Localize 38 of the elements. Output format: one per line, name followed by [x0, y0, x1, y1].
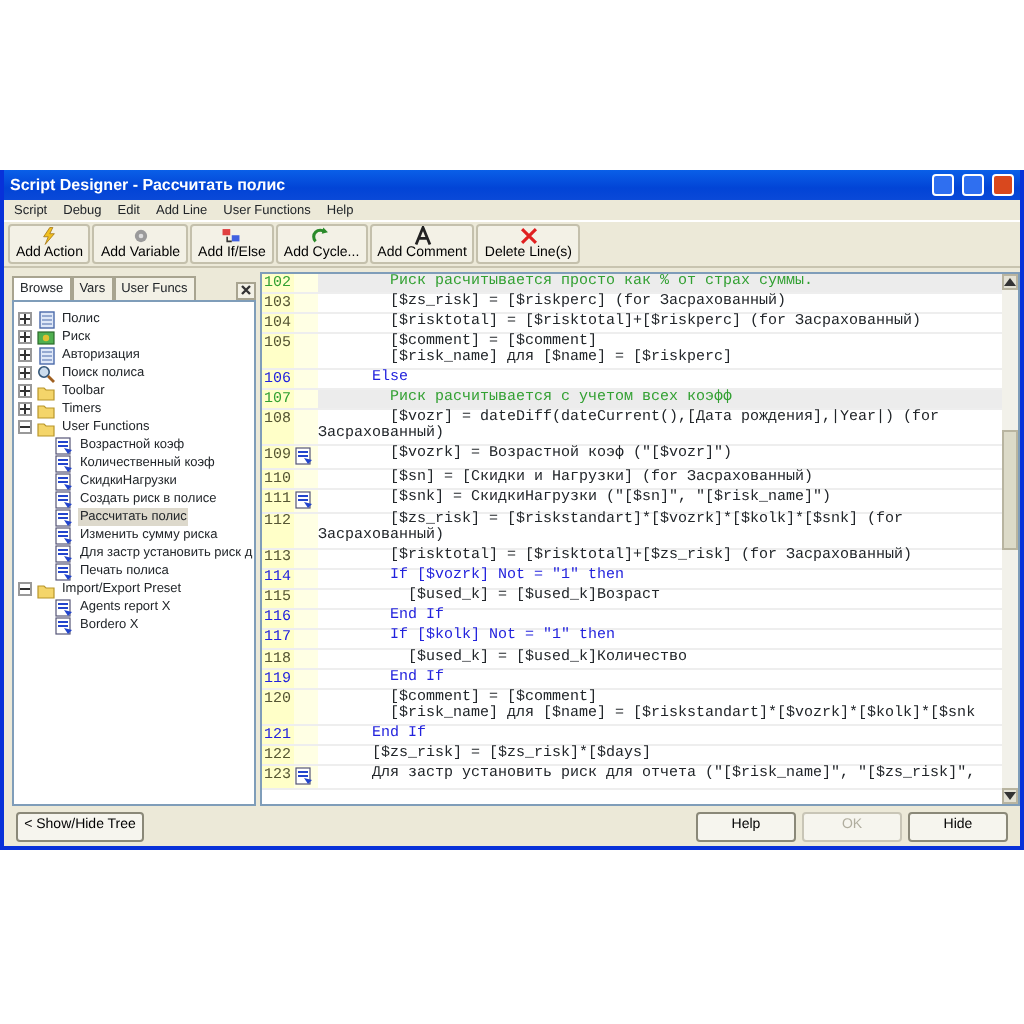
maximize-button[interactable] — [962, 174, 984, 196]
page-icon — [36, 309, 56, 329]
script-icon — [54, 435, 74, 455]
expand-toggle[interactable] — [18, 312, 32, 326]
folder-icon — [36, 579, 56, 599]
search-icon — [36, 363, 56, 383]
expand-toggle[interactable] — [18, 330, 32, 344]
script-icon — [54, 471, 74, 491]
script-icon — [54, 489, 74, 509]
expand-toggle[interactable] — [18, 402, 32, 416]
script-icon — [54, 507, 74, 527]
money-icon — [36, 327, 56, 347]
letter-a-icon — [409, 226, 436, 246]
window-title: Script Designer - Рассчитать полис — [10, 173, 286, 197]
delete-icon — [515, 226, 542, 246]
scroll-down-arrow[interactable] — [1002, 788, 1018, 804]
script-icon — [54, 561, 74, 581]
scroll-up-arrow[interactable] — [1002, 274, 1018, 290]
expand-toggle[interactable] — [18, 420, 32, 434]
script-icon — [54, 453, 74, 473]
page-icon — [36, 345, 56, 365]
script-icon — [54, 597, 74, 617]
script-icon — [54, 543, 74, 563]
function-call-icon — [294, 766, 314, 787]
expand-toggle[interactable] — [18, 384, 32, 398]
scrollbar[interactable] — [1002, 274, 1018, 804]
branch-icon — [218, 226, 245, 246]
close-panel-button[interactable] — [236, 282, 256, 300]
close-button[interactable] — [992, 174, 1014, 196]
script-icon — [54, 525, 74, 545]
function-call-icon — [294, 446, 314, 467]
function-call-icon — [294, 490, 314, 511]
expand-toggle[interactable] — [18, 348, 32, 362]
scrollbar-thumb[interactable] — [1002, 430, 1018, 550]
minimize-button[interactable] — [932, 174, 954, 196]
script-icon — [54, 615, 74, 635]
expand-toggle[interactable] — [18, 582, 32, 596]
expand-toggle[interactable] — [18, 366, 32, 380]
